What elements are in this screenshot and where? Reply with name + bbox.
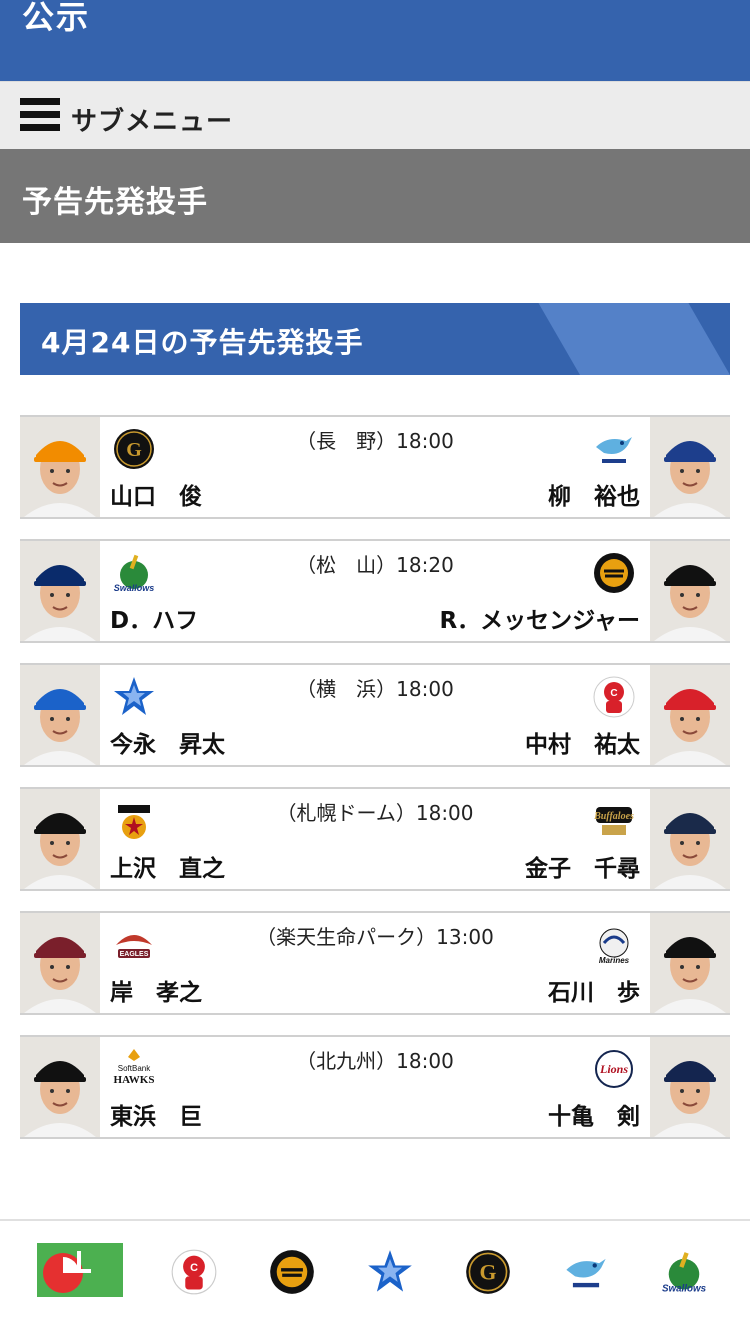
away-pitcher-name[interactable]: 石川 歩 [548,973,640,1007]
giants-logo-icon: G [112,427,156,471]
svg-text:C: C [610,688,617,699]
lions-logo-icon: Lions [592,1047,636,1091]
baystars-logo-icon [112,675,156,719]
giants-logo-icon[interactable]: G [464,1248,514,1298]
game-row[interactable]: （横 浜）18:00 今永 昇太 中村 祐太 C [20,663,730,767]
away-pitcher-photo[interactable] [650,417,730,517]
svg-text:G: G [480,1261,497,1285]
svg-text:Swallows: Swallows [662,1284,707,1295]
away-pitcher-photo[interactable] [650,1037,730,1137]
game-venue-time: （北九州）18:00 [296,1049,454,1073]
home-pitcher-name[interactable]: 山口 俊 [110,477,202,511]
svg-text:Marines: Marines [599,956,630,965]
team-navigation: C G Swallows [0,1240,750,1334]
carp-logo-icon: C [592,675,636,719]
svg-text:HAWKS: HAWKS [114,1074,155,1086]
svg-text:C: C [190,1262,198,1274]
game-row[interactable]: （札幌ドーム）18:00 上沢 直之 金子 千尋 Buffaloes [20,787,730,891]
away-pitcher-photo[interactable] [650,665,730,765]
home-pitcher-photo[interactable] [20,541,100,641]
svg-text:Swallows: Swallows [114,583,155,593]
game-venue-time: （長 野）18:00 [296,429,454,453]
page-title: 公示 [22,0,91,36]
carp-logo-icon[interactable]: C [170,1248,220,1298]
home-pitcher-photo[interactable] [20,665,100,765]
swallows-logo-icon: Swallows [112,551,156,595]
section-title-bar: 予告先発投手 [0,149,750,243]
date-banner-title: 4月24日の予告先発投手 [41,326,364,359]
away-pitcher-name[interactable]: R．メッセンジャー [439,601,640,635]
fighters-logo-icon [112,799,156,843]
home-pitcher-photo[interactable] [20,417,100,517]
game-venue-time: （楽天生命パーク）13:00 [256,925,494,949]
baystars-logo-icon[interactable] [366,1248,416,1298]
game-venue-time: （横 浜）18:00 [296,677,454,701]
away-pitcher-photo[interactable] [650,913,730,1013]
marines-logo-icon: Marines [592,923,636,967]
game-row[interactable]: Swallows （松 山）18:20 D．ハフ R．メッセンジャー [20,539,730,643]
away-pitcher-name[interactable]: 中村 祐太 [525,725,640,759]
dragons-logo-icon[interactable] [562,1248,612,1298]
swallows-logo-icon[interactable]: Swallows [660,1248,710,1298]
game-row[interactable]: EAGLES （楽天生命パーク）13:00 岸 孝之 石川 歩 Marines [20,911,730,1015]
away-pitcher-name[interactable]: 柳 裕也 [548,477,640,511]
submenu-bar[interactable]: サブメニュー [0,81,750,149]
home-pitcher-photo[interactable] [20,913,100,1013]
footer-divider [0,1219,750,1221]
svg-text:Buffaloes: Buffaloes [593,811,634,822]
eagles-logo-icon: EAGLES [112,923,156,967]
banner-accent [538,303,730,375]
svg-text:Lions: Lions [599,1062,628,1076]
away-pitcher-photo[interactable] [650,541,730,641]
tigers-logo-icon [592,551,636,595]
home-pitcher-name[interactable]: D．ハフ [110,601,198,635]
home-pitcher-name[interactable]: 岸 孝之 [110,973,202,1007]
away-pitcher-name[interactable]: 金子 千尋 [525,849,640,883]
game-row[interactable]: SoftBank HAWKS （北九州）18:00 東浜 巨 十亀 剣 Lions [20,1035,730,1139]
away-pitcher-photo[interactable] [650,789,730,889]
section-title: 予告先発投手 [22,185,208,220]
svg-text:EAGLES: EAGLES [120,951,149,958]
page-header: 公示 [0,0,750,81]
hawks-logo-icon: SoftBank HAWKS [112,1047,156,1091]
date-banner: 4月24日の予告先発投手 [20,303,730,375]
game-venue-time: （札幌ドーム）18:00 [276,801,474,825]
home-pitcher-photo[interactable] [20,789,100,889]
home-pitcher-name[interactable]: 今永 昇太 [110,725,225,759]
home-pitcher-photo[interactable] [20,1037,100,1137]
hamburger-menu-icon[interactable] [20,98,60,134]
game-venue-time: （松 山）18:20 [296,553,454,577]
submenu-label[interactable]: サブメニュー [71,101,233,138]
svg-text:G: G [126,439,142,461]
home-pitcher-name[interactable]: 上沢 直之 [110,849,225,883]
dragons-logo-icon [592,427,636,471]
tigers-logo-icon[interactable] [268,1248,318,1298]
buffaloes-logo-icon: Buffaloes [592,799,636,843]
game-row[interactable]: G （長 野）18:00 山口 俊 柳 裕也 [20,415,730,519]
home-pitcher-name[interactable]: 東浜 巨 [110,1097,202,1131]
svg-text:SoftBank: SoftBank [118,1064,151,1073]
away-pitcher-name[interactable]: 十亀 剣 [548,1097,640,1131]
